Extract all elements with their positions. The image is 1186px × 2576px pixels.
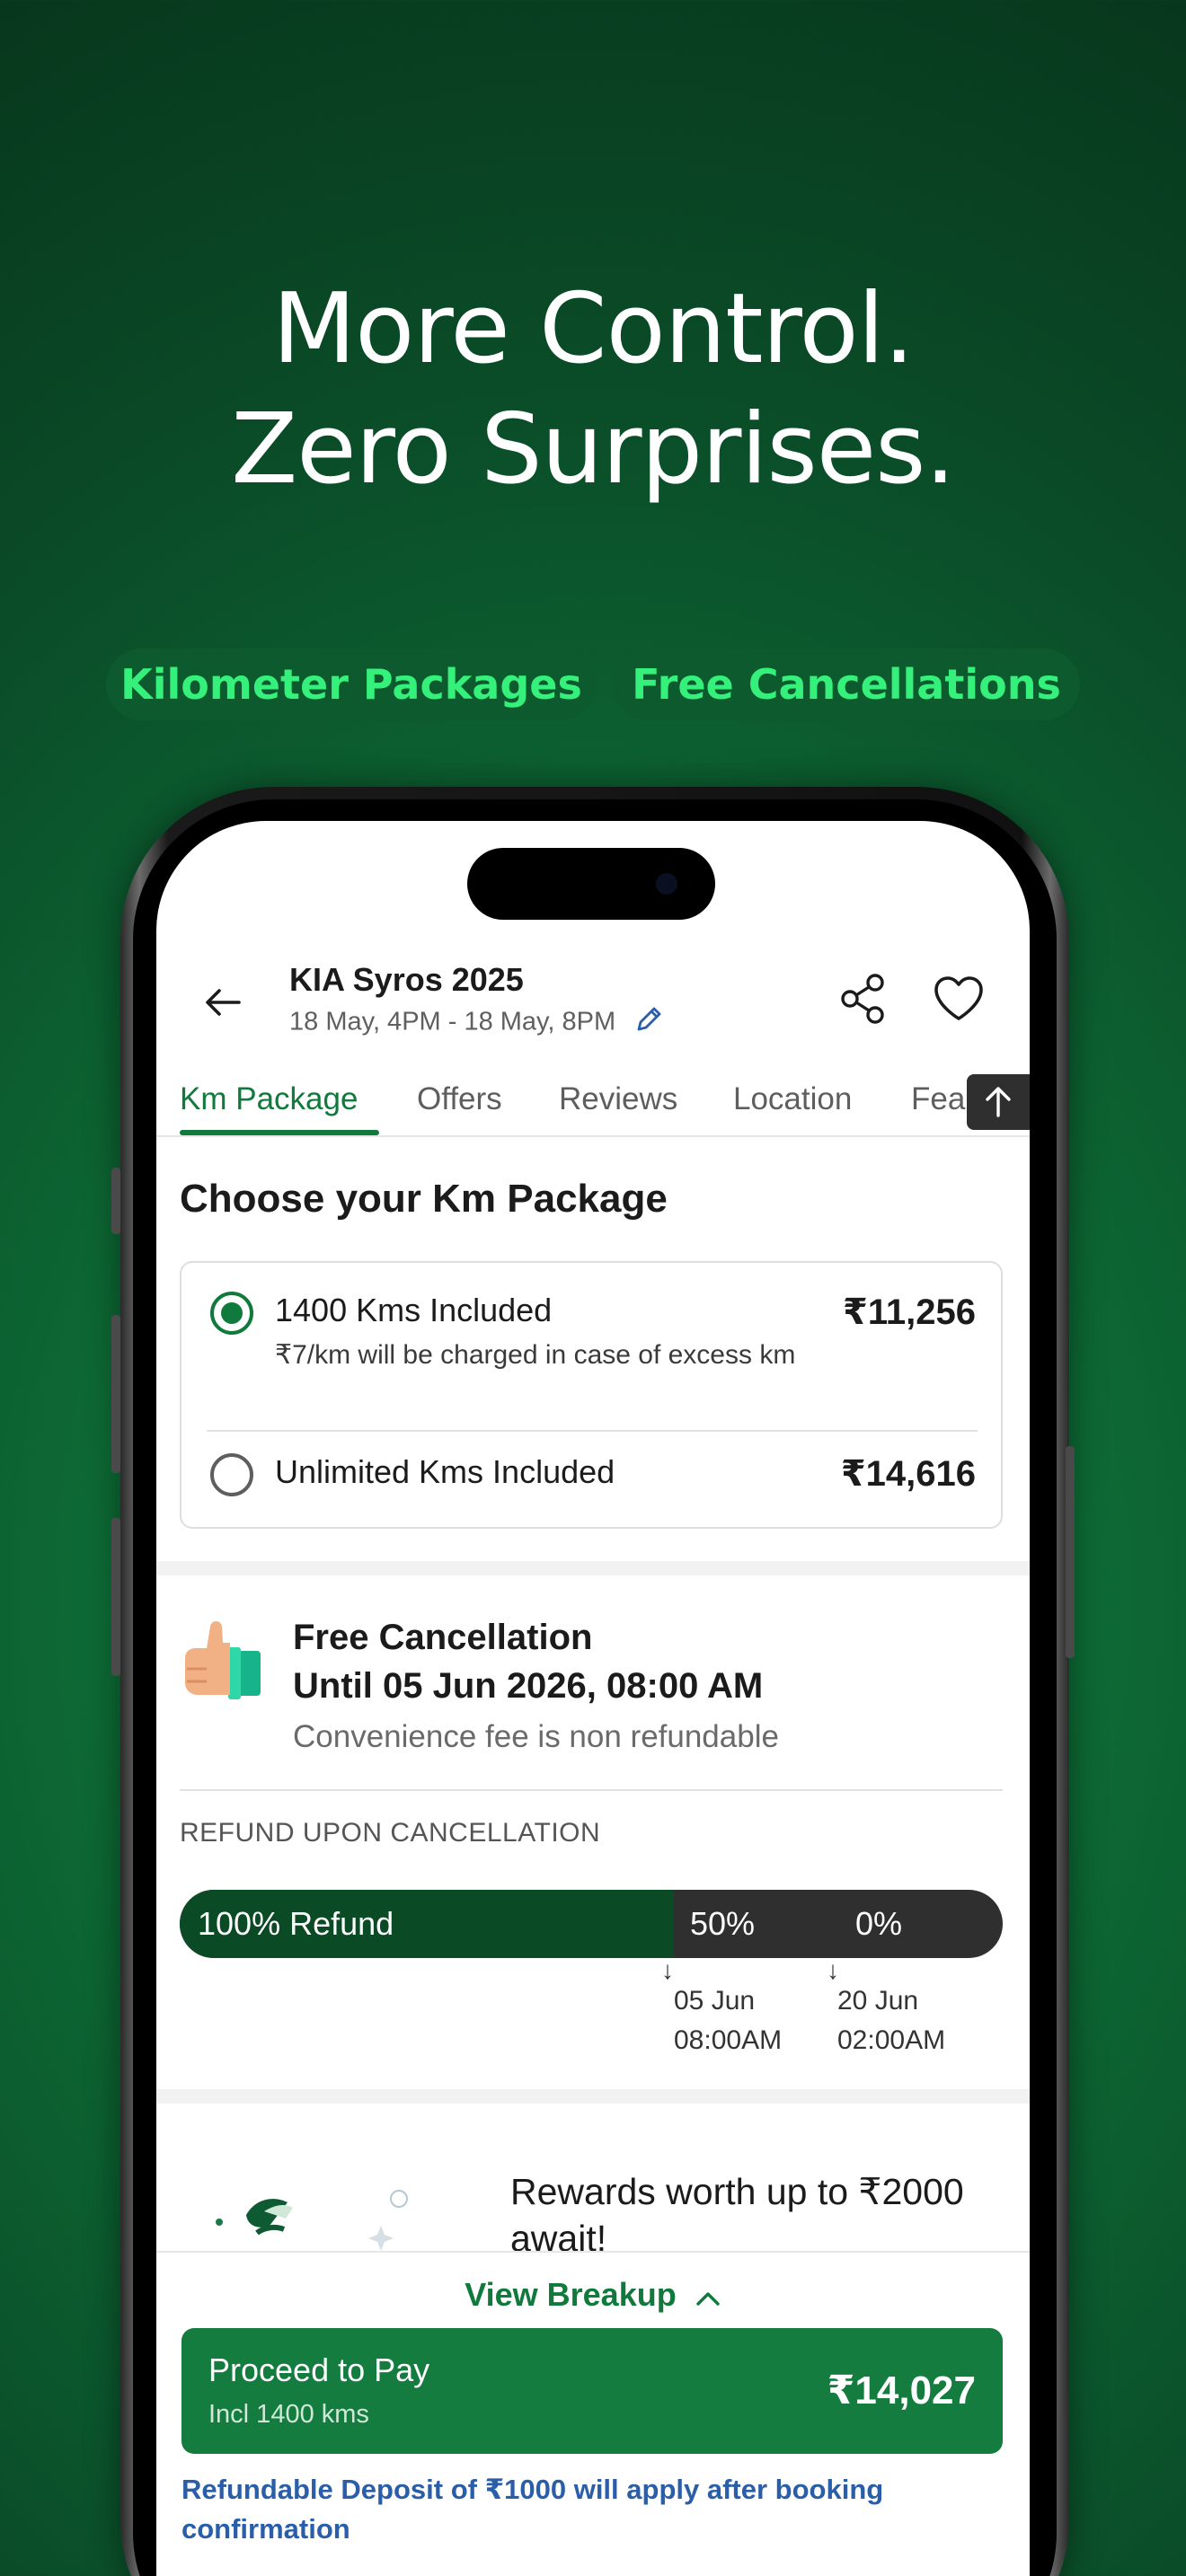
section-separator bbox=[156, 1561, 1030, 1575]
radio-unselected[interactable] bbox=[210, 1453, 253, 1496]
dynamic-island bbox=[467, 848, 715, 920]
pay-amount: ₹14,027 bbox=[827, 2369, 976, 2413]
view-breakup-label: View Breakup bbox=[465, 2276, 677, 2313]
km-package-card: 1400 Kms Included ₹11,256 ₹7/km will be … bbox=[180, 1261, 1003, 1529]
proceed-to-pay-button[interactable]: Proceed to Pay Incl 1400 kms ₹14,027 bbox=[181, 2328, 1003, 2454]
cancel-title-line-2: Until 05 Jun 2026, 08:00 AM bbox=[293, 1666, 764, 1706]
heart-icon[interactable] bbox=[933, 975, 985, 1027]
cancel-title-line-1: Free Cancellation bbox=[293, 1618, 593, 1657]
half-refund-label: 50% bbox=[690, 1905, 756, 1942]
pay-label: Proceed to Pay bbox=[208, 2351, 430, 2388]
headline-line-1: More Control. bbox=[272, 273, 915, 385]
package-label: 1400 Kms Included bbox=[275, 1292, 553, 1328]
chevron-up-icon bbox=[695, 2278, 721, 2316]
phone-action-button bbox=[111, 1168, 120, 1234]
tab-features[interactable]: Fea bbox=[911, 1081, 965, 1117]
thumbs-up-icon bbox=[178, 1610, 271, 1707]
phone-volume-down bbox=[111, 1518, 120, 1676]
tab-divider bbox=[156, 1135, 1030, 1137]
rewards-banner-text[interactable]: Rewards worth up to ₹2000 await! bbox=[510, 2168, 1013, 2262]
free-cancellation-title: Free Cancellation Until 05 Jun 2026, 08:… bbox=[293, 1613, 763, 1710]
package-divider bbox=[207, 1430, 978, 1432]
headline-line-2: Zero Surprises. bbox=[231, 393, 956, 506]
package-price: ₹14,616 bbox=[840, 1454, 976, 1494]
km-section-title: Choose your Km Package bbox=[180, 1177, 668, 1221]
refund-timeline-bar: 100% Refund 50% 0% bbox=[180, 1890, 1003, 1958]
full-refund-label: 100% Refund bbox=[198, 1905, 394, 1942]
marketing-headline: More Control. Zero Surprises. bbox=[0, 269, 1186, 510]
back-arrow-icon[interactable] bbox=[203, 983, 243, 1027]
view-breakup-button[interactable]: View Breakup bbox=[156, 2276, 1030, 2316]
phone-power-button bbox=[1066, 1446, 1075, 1658]
edit-pencil-icon[interactable] bbox=[633, 1004, 664, 1042]
gift-icon bbox=[210, 2179, 408, 2255]
milestone-date: 05 Jun bbox=[674, 1986, 756, 2016]
radio-selected[interactable] bbox=[210, 1292, 253, 1335]
trip-dates: 18 May, 4PM - 18 May, 8PM bbox=[289, 1004, 664, 1042]
share-icon[interactable] bbox=[837, 972, 888, 1030]
package-note: ₹7/km will be charged in case of excess … bbox=[275, 1340, 796, 1370]
package-label: Unlimited Kms Included bbox=[275, 1453, 615, 1490]
refund-heading: REFUND UPON CANCELLATION bbox=[180, 1818, 601, 1848]
milestone-time: 08:00AM bbox=[674, 2025, 783, 2055]
tab-offers[interactable]: Offers bbox=[417, 1081, 502, 1117]
trip-dates-text: 18 May, 4PM - 18 May, 8PM bbox=[289, 1007, 616, 1037]
feature-pill-km: Kilometer Packages bbox=[106, 648, 597, 720]
feature-pill-cancel: Free Cancellations bbox=[613, 648, 1080, 720]
milestone-1: 05 Jun 08:00AM bbox=[674, 1981, 782, 2060]
deposit-note: Refundable Deposit of ₹1000 will apply a… bbox=[181, 2474, 884, 2545]
no-refund-label: 0% bbox=[855, 1905, 903, 1942]
milestone-date: 20 Jun bbox=[837, 1986, 919, 2016]
convenience-fee-note: Convenience fee is non refundable bbox=[293, 1719, 779, 1754]
car-title: KIA Syros 2025 bbox=[289, 961, 524, 998]
milestone-arrow-icon: ↓ bbox=[661, 1956, 674, 1984]
cancel-divider bbox=[180, 1789, 1003, 1791]
arrow-up-icon bbox=[986, 1087, 1011, 1117]
tab-location[interactable]: Location bbox=[733, 1081, 852, 1117]
phone-volume-up bbox=[111, 1315, 120, 1473]
tab-km-package[interactable]: Km Package bbox=[180, 1081, 358, 1117]
package-price: ₹11,256 bbox=[843, 1292, 976, 1332]
section-separator bbox=[156, 2089, 1030, 2104]
milestone-2: 20 Jun 02:00AM bbox=[837, 1981, 945, 2060]
tab-reviews[interactable]: Reviews bbox=[559, 1081, 677, 1117]
camera-icon bbox=[656, 873, 677, 895]
pay-subtext: Incl 1400 kms bbox=[208, 2400, 369, 2429]
scroll-top-button[interactable] bbox=[967, 1074, 1030, 1130]
milestone-time: 02:00AM bbox=[837, 2025, 946, 2055]
app-screen: KIA Syros 2025 18 May, 4PM - 18 May, 8PM… bbox=[156, 821, 1030, 2576]
